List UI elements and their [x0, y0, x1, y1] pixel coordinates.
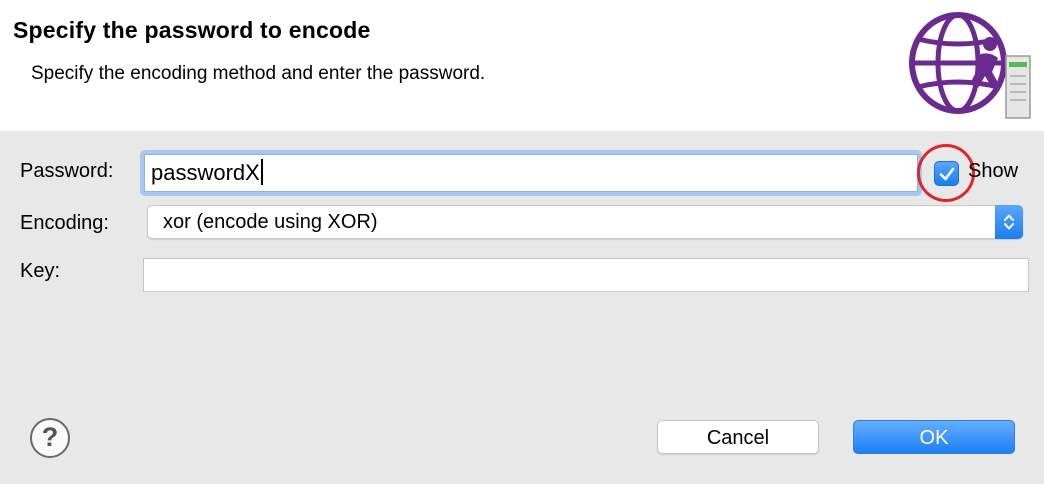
password-input[interactable]: passwordX	[144, 154, 918, 192]
dialog-header: Specify the password to encode Specify t…	[0, 0, 1044, 131]
globe-logo-icon	[909, 12, 1031, 119]
cancel-button[interactable]: Cancel	[657, 420, 819, 454]
dialog-title: Specify the password to encode	[13, 17, 371, 43]
password-value: passwordX	[151, 160, 260, 185]
encoding-label: Encoding:	[20, 212, 109, 234]
text-caret	[260, 159, 263, 185]
show-label[interactable]: Show	[968, 160, 1018, 183]
encoding-selected-value: xor (encode using XOR)	[163, 211, 378, 233]
dialog-description: Specify the encoding method and enter th…	[31, 63, 486, 84]
select-arrows-button[interactable]	[995, 205, 1023, 239]
help-icon[interactable]: ?	[30, 418, 70, 458]
key-input[interactable]	[143, 258, 1029, 292]
show-password-checkbox[interactable]	[934, 161, 959, 186]
up-down-arrows-icon	[1004, 214, 1014, 230]
key-label: Key:	[20, 260, 61, 282]
encoding-select[interactable]: xor (encode using XOR)	[147, 205, 1023, 239]
checkmark-icon	[939, 167, 955, 181]
password-label: Password:	[20, 160, 114, 182]
ok-button[interactable]: OK	[853, 420, 1015, 454]
